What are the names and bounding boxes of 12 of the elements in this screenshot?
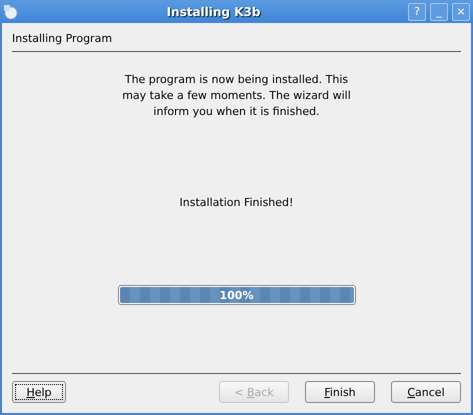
title-bar-button[interactable]: _ — [430, 2, 448, 20]
progress-reading: 100% — [218, 289, 254, 302]
wizard-button[interactable]: Cancel — [391, 381, 461, 403]
wizard-button[interactable]: Help — [12, 381, 66, 403]
wizard-button[interactable]: Finish — [305, 381, 375, 403]
window-title: Installing K3b — [166, 4, 262, 18]
page-title: Installing Program — [12, 23, 461, 52]
status-text: Installation Finished! — [180, 196, 294, 209]
app-icon — [3, 4, 19, 20]
message-text: The program is now being installed. This may take a few moments. The wizard will inform you when it is finished. — [121, 72, 352, 120]
title-bar-button[interactable]: × — [452, 2, 470, 20]
title-bar-button[interactable]: ? — [408, 2, 426, 20]
